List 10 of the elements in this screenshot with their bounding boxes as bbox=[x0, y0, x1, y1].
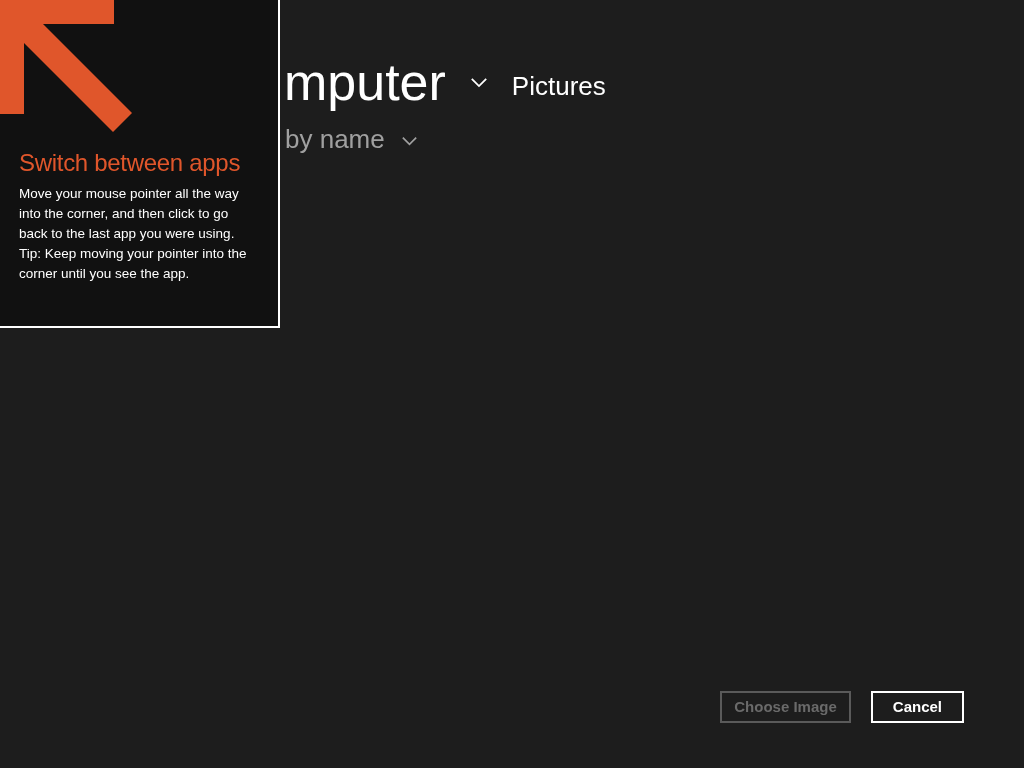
chevron-down-icon bbox=[400, 136, 418, 146]
folder-name[interactable]: Pictures bbox=[511, 70, 606, 102]
arrow-icon bbox=[0, 0, 133, 132]
cancel-button[interactable]: Cancel bbox=[870, 691, 964, 723]
tip-text: Tip: Keep moving your pointer into the corner until you see the app. bbox=[19, 245, 248, 283]
tip-title: Switch between apps bbox=[19, 148, 242, 178]
location-title: mputer bbox=[284, 52, 446, 113]
sort-label[interactable]: by name bbox=[285, 122, 385, 156]
chevron-down-icon bbox=[469, 76, 488, 88]
tip-text: Move your mouse pointer all the way into the corner, and then click to go back to the last app you were using. bbox=[19, 185, 240, 243]
